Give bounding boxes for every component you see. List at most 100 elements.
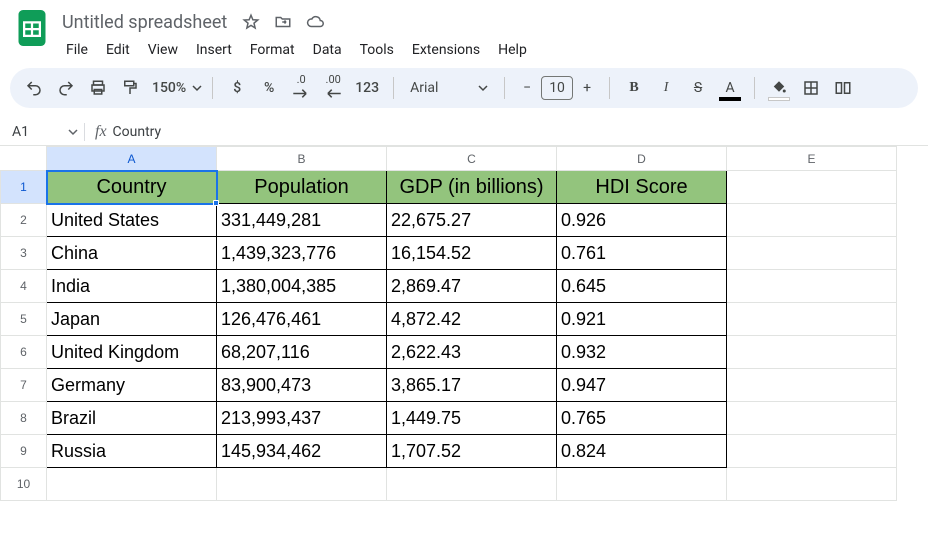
menu-edit[interactable]: Edit (98, 38, 138, 62)
cell-B6[interactable]: 68,207,116 (217, 336, 387, 369)
menu-tools[interactable]: Tools (352, 38, 402, 62)
col-header-A[interactable]: A (47, 147, 217, 171)
decrease-decimal-button[interactable]: .0 (287, 74, 315, 102)
menu-extensions[interactable]: Extensions (404, 38, 488, 62)
cell-D4[interactable]: 0.645 (557, 270, 727, 303)
bold-button[interactable]: B (620, 74, 648, 102)
doc-title[interactable]: Untitled spreadsheet (58, 12, 231, 33)
cell-D8[interactable]: 0.765 (557, 402, 727, 435)
cell-C2[interactable]: 22,675.27 (387, 204, 557, 237)
cell-B10[interactable] (217, 468, 387, 501)
row-header-2[interactable]: 2 (1, 204, 47, 237)
cell-A10[interactable] (47, 468, 217, 501)
borders-button[interactable] (797, 74, 825, 102)
cell-D10[interactable] (557, 468, 727, 501)
fill-color-button[interactable] (765, 74, 793, 102)
more-formats-button[interactable]: 123 (351, 74, 383, 102)
cell-A1[interactable]: Country (47, 171, 217, 204)
cell-C10[interactable] (387, 468, 557, 501)
cell-E8[interactable] (727, 402, 897, 435)
sheets-logo[interactable] (12, 8, 52, 48)
cell-E1[interactable] (727, 171, 897, 204)
menu-format[interactable]: Format (242, 38, 303, 62)
row-header-1[interactable]: 1 (1, 171, 47, 204)
strikethrough-button[interactable]: S (684, 74, 712, 102)
cell-E2[interactable] (727, 204, 897, 237)
row-header-10[interactable]: 10 (1, 468, 47, 501)
cell-B5[interactable]: 126,476,461 (217, 303, 387, 336)
row-header-8[interactable]: 8 (1, 402, 47, 435)
cell-D1[interactable]: HDI Score (557, 171, 727, 204)
cell-C6[interactable]: 2,622.43 (387, 336, 557, 369)
cell-A3[interactable]: China (47, 237, 217, 270)
cell-E7[interactable] (727, 369, 897, 402)
zoom-dropdown[interactable]: 150% (148, 80, 202, 96)
paint-format-button[interactable] (116, 74, 144, 102)
font-family-dropdown[interactable]: Arial (404, 80, 494, 96)
row-header-4[interactable]: 4 (1, 270, 47, 303)
menu-insert[interactable]: Insert (188, 38, 240, 62)
menu-help[interactable]: Help (490, 38, 535, 62)
row-header-3[interactable]: 3 (1, 237, 47, 270)
cell-E4[interactable] (727, 270, 897, 303)
cell-E5[interactable] (727, 303, 897, 336)
font-size-input[interactable]: 10 (541, 76, 573, 100)
cell-C3[interactable]: 16,154.52 (387, 237, 557, 270)
merge-cells-button[interactable] (829, 74, 857, 102)
italic-button[interactable]: I (652, 74, 680, 102)
increase-decimal-button[interactable]: .00 (319, 74, 347, 102)
menu-view[interactable]: View (140, 38, 186, 62)
cell-A8[interactable]: Brazil (47, 402, 217, 435)
cell-C9[interactable]: 1,707.52 (387, 435, 557, 468)
row-header-5[interactable]: 5 (1, 303, 47, 336)
move-folder-icon[interactable] (273, 13, 293, 31)
cell-B3[interactable]: 1,439,323,776 (217, 237, 387, 270)
cell-D3[interactable]: 0.761 (557, 237, 727, 270)
cell-A4[interactable]: India (47, 270, 217, 303)
row-header-7[interactable]: 7 (1, 369, 47, 402)
cell-B1[interactable]: Population (217, 171, 387, 204)
cell-C1[interactable]: GDP (in billions) (387, 171, 557, 204)
formula-input[interactable]: Country (113, 124, 162, 140)
font-size-increase-button[interactable]: + (575, 80, 599, 96)
col-header-D[interactable]: D (557, 147, 727, 171)
font-size-decrease-button[interactable]: − (515, 80, 539, 96)
col-header-E[interactable]: E (727, 147, 897, 171)
cloud-status-icon[interactable] (305, 13, 325, 31)
select-all-corner[interactable] (1, 147, 47, 171)
col-header-B[interactable]: B (217, 147, 387, 171)
currency-format-button[interactable]: $ (223, 74, 251, 102)
cell-B8[interactable]: 213,993,437 (217, 402, 387, 435)
cell-C4[interactable]: 2,869.47 (387, 270, 557, 303)
undo-button[interactable] (20, 74, 48, 102)
row-header-9[interactable]: 9 (1, 435, 47, 468)
cell-C5[interactable]: 4,872.42 (387, 303, 557, 336)
cell-B4[interactable]: 1,380,004,385 (217, 270, 387, 303)
cell-E6[interactable] (727, 336, 897, 369)
cell-A7[interactable]: Germany (47, 369, 217, 402)
cell-D9[interactable]: 0.824 (557, 435, 727, 468)
row-header-6[interactable]: 6 (1, 336, 47, 369)
print-button[interactable] (84, 74, 112, 102)
spreadsheet-grid[interactable]: A B C D E 1 Country Population GDP (in b… (0, 146, 928, 501)
cell-D7[interactable]: 0.947 (557, 369, 727, 402)
cell-A6[interactable]: United Kingdom (47, 336, 217, 369)
text-color-button[interactable]: A (716, 74, 744, 102)
cell-E10[interactable] (727, 468, 897, 501)
cell-B9[interactable]: 145,934,462 (217, 435, 387, 468)
menu-data[interactable]: Data (305, 38, 350, 62)
menu-file[interactable]: File (58, 38, 96, 62)
cell-D6[interactable]: 0.932 (557, 336, 727, 369)
cell-A9[interactable]: Russia (47, 435, 217, 468)
col-header-C[interactable]: C (387, 147, 557, 171)
cell-D5[interactable]: 0.921 (557, 303, 727, 336)
percent-format-button[interactable]: % (255, 74, 283, 102)
cell-C7[interactable]: 3,865.17 (387, 369, 557, 402)
cell-B7[interactable]: 83,900,473 (217, 369, 387, 402)
cell-E3[interactable] (727, 237, 897, 270)
cell-E9[interactable] (727, 435, 897, 468)
cell-B2[interactable]: 331,449,281 (217, 204, 387, 237)
cell-A2[interactable]: United States (47, 204, 217, 237)
star-icon[interactable] (241, 13, 261, 31)
name-box[interactable]: A1 (4, 124, 84, 140)
